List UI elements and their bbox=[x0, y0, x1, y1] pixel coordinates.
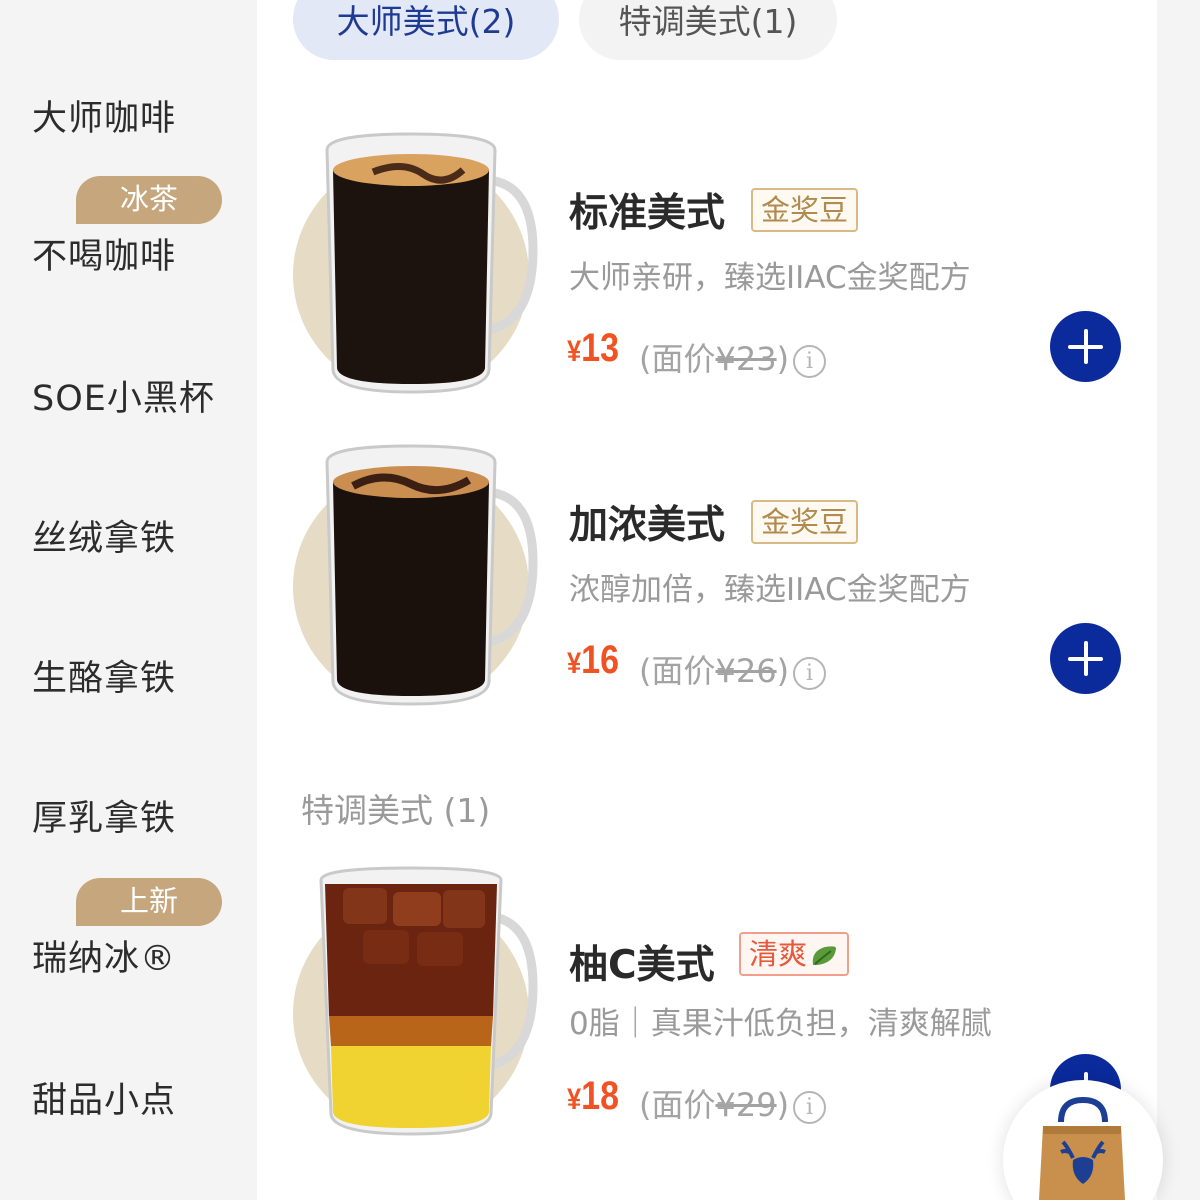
add-to-cart-button[interactable] bbox=[1050, 311, 1121, 382]
currency-symbol: ¥ bbox=[567, 335, 582, 368]
cart-button[interactable] bbox=[1003, 1080, 1163, 1200]
shopping-bag-icon bbox=[1039, 1096, 1125, 1200]
sidebar-item-label: 不喝咖啡 bbox=[32, 237, 177, 277]
product-tag: 清爽 bbox=[739, 932, 850, 976]
product-tag: 金奖豆 bbox=[751, 188, 859, 232]
category-sidebar: 大师咖啡 冰茶 不喝咖啡 SOE小黑杯 丝绒拿铁 生酪拿铁 厚乳拿铁 上新 瑞纳… bbox=[0, 0, 257, 1200]
face-price-suffix: ) bbox=[776, 1086, 790, 1124]
product-description: 大师亲研，臻选IIAC金奖配方 bbox=[569, 260, 971, 296]
sidebar-item-label: 丝绒拿铁 bbox=[32, 519, 177, 559]
sidebar-item-ruina-ice[interactable]: 上新 瑞纳冰® bbox=[0, 878, 257, 988]
product-tag-label: 清爽 bbox=[749, 937, 808, 971]
face-price-value: ¥26 bbox=[715, 652, 777, 690]
product-card[interactable]: 标准美式 金奖豆 大师亲研，臻选IIAC金奖配方 ¥13 (面价¥23) i bbox=[257, 130, 1157, 420]
face-price: (面价¥26) i bbox=[639, 646, 827, 692]
info-icon[interactable]: i bbox=[793, 1090, 827, 1124]
tab-master-americano[interactable]: 大师美式(2) bbox=[293, 0, 559, 60]
face-price: (面价¥29) i bbox=[639, 1080, 827, 1126]
product-list: 大师美式(2) 特调美式(1) 标准美式 金奖豆 大师亲研，臻选IIAC金奖配方… bbox=[257, 0, 1157, 1200]
face-price-value: ¥29 bbox=[715, 1086, 777, 1124]
sidebar-item-thick-milk-latte[interactable]: 厚乳拿铁 bbox=[0, 762, 257, 862]
sidebar-item-no-coffee[interactable]: 冰茶 不喝咖啡 bbox=[0, 176, 257, 286]
product-description: 浓醇加倍，臻选IIAC金奖配方 bbox=[569, 572, 971, 608]
product-image-double-americano bbox=[293, 444, 538, 706]
face-price-value: ¥23 bbox=[715, 340, 777, 378]
face-price-suffix: ) bbox=[776, 340, 790, 378]
sidebar-item-badge: 冰茶 bbox=[76, 176, 222, 224]
price-value: 16 bbox=[581, 638, 620, 682]
product-description: 0脂｜真果汁低负担，清爽解腻 bbox=[569, 1006, 992, 1042]
sidebar-item-desserts[interactable]: 甜品小点 bbox=[0, 1044, 257, 1144]
sidebar-item-master-coffee[interactable]: 大师咖啡 bbox=[0, 60, 257, 160]
currency-symbol: ¥ bbox=[567, 647, 582, 680]
leaf-icon bbox=[812, 946, 837, 965]
sidebar-item-label: 厚乳拿铁 bbox=[32, 799, 177, 839]
sidebar-item-velvet-latte[interactable]: 丝绒拿铁 bbox=[0, 482, 257, 582]
price-value: 13 bbox=[581, 326, 620, 370]
product-image-americano bbox=[293, 132, 538, 394]
info-icon[interactable]: i bbox=[793, 656, 827, 690]
face-price-label: (面价 bbox=[639, 652, 716, 690]
product-price: ¥13 bbox=[567, 326, 619, 371]
product-tag: 金奖豆 bbox=[751, 500, 859, 544]
product-name: 加浓美式 bbox=[569, 503, 726, 548]
face-price-label: (面价 bbox=[639, 1086, 716, 1124]
product-name: 标准美式 bbox=[569, 191, 726, 236]
tab-special-americano[interactable]: 特调美式(1) bbox=[579, 0, 837, 60]
info-icon[interactable]: i bbox=[793, 344, 827, 378]
face-price-label: (面价 bbox=[639, 340, 716, 378]
product-price: ¥16 bbox=[567, 638, 619, 683]
sidebar-item-soe[interactable]: SOE小黑杯 bbox=[0, 342, 257, 442]
right-gutter bbox=[1157, 0, 1200, 1200]
product-name: 柚C美式 bbox=[569, 943, 715, 988]
add-to-cart-button[interactable] bbox=[1050, 623, 1121, 694]
section-title: 特调美式 (1) bbox=[301, 791, 491, 830]
face-price: (面价¥23) i bbox=[639, 334, 827, 380]
face-price-suffix: ) bbox=[776, 652, 790, 690]
sidebar-item-badge: 上新 bbox=[76, 878, 222, 926]
sidebar-item-label: SOE小黑杯 bbox=[32, 379, 215, 419]
sidebar-item-label: 生酪拿铁 bbox=[32, 659, 177, 699]
currency-symbol: ¥ bbox=[567, 1083, 582, 1116]
product-image-yuzu-americano bbox=[293, 866, 538, 1136]
sidebar-item-label: 瑞纳冰® bbox=[32, 939, 177, 979]
sidebar-item-cheese-latte[interactable]: 生酪拿铁 bbox=[0, 622, 257, 722]
sidebar-item-label: 甜品小点 bbox=[32, 1081, 177, 1121]
product-price: ¥18 bbox=[567, 1074, 619, 1119]
product-card[interactable]: 加浓美式 金奖豆 浓醇加倍，臻选IIAC金奖配方 ¥16 (面价¥26) i bbox=[257, 442, 1157, 732]
sidebar-item-label: 大师咖啡 bbox=[32, 99, 177, 139]
app-root: 大师咖啡 冰茶 不喝咖啡 SOE小黑杯 丝绒拿铁 生酪拿铁 厚乳拿铁 上新 瑞纳… bbox=[0, 0, 1200, 1200]
price-value: 18 bbox=[581, 1074, 620, 1118]
